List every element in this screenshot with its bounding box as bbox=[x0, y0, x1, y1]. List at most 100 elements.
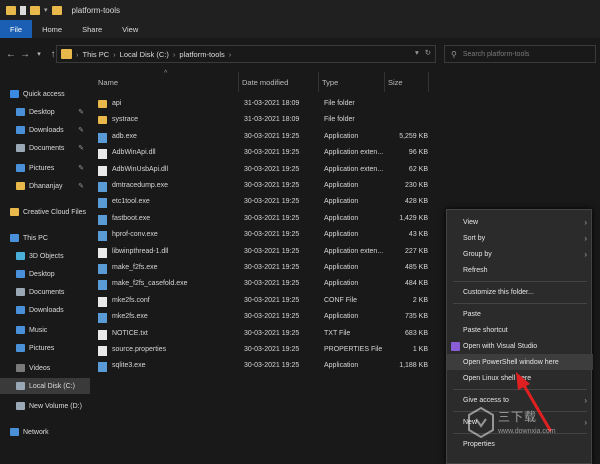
file-size: 62 KB bbox=[408, 165, 428, 173]
tab-view[interactable]: View bbox=[112, 20, 148, 38]
sidebar-item[interactable]: Creative Cloud Files bbox=[0, 204, 90, 220]
sidebar-item[interactable]: This PC bbox=[0, 230, 90, 246]
refresh-icon[interactable]: ↻ bbox=[425, 48, 431, 57]
sidebar-item[interactable]: Network bbox=[0, 424, 90, 440]
file-type: TXT File bbox=[324, 329, 351, 337]
file-name: libwinpthread-1.dll bbox=[112, 247, 169, 255]
file-name: hprof-conv.exe bbox=[112, 231, 158, 239]
file-date: 31-03-2021 18:09 bbox=[244, 116, 300, 124]
documents-icon bbox=[16, 288, 25, 296]
file-name: fastboot.exe bbox=[112, 214, 151, 222]
search-placeholder: Search platform-tools bbox=[462, 50, 530, 58]
folder-icon bbox=[51, 5, 62, 15]
sidebar-item[interactable]: Downloads ✎ bbox=[0, 122, 90, 138]
sidebar-item[interactable]: Documents bbox=[0, 284, 90, 300]
title-bar: ▾ platform-tools bbox=[0, 0, 600, 20]
tab-file[interactable]: File bbox=[0, 20, 33, 38]
forward-arrow-icon[interactable]: → bbox=[18, 49, 32, 60]
file-size: 428 KB bbox=[405, 198, 428, 206]
sidebar-item[interactable]: Pictures bbox=[0, 340, 90, 356]
chevron-right-icon[interactable]: › bbox=[113, 50, 116, 59]
sidebar-item-label: Pictures bbox=[29, 344, 55, 352]
chevron-right-icon[interactable]: › bbox=[76, 50, 79, 59]
menu-item[interactable]: Open Linux shell here bbox=[447, 370, 593, 386]
sidebar-item[interactable]: 3D Objects bbox=[0, 248, 90, 264]
file-icon bbox=[98, 165, 107, 176]
menu-item[interactable]: Refresh bbox=[447, 262, 593, 278]
column-header-type[interactable]: Type bbox=[322, 72, 384, 92]
menu-item[interactable]: Paste bbox=[447, 306, 593, 322]
table-row[interactable]: AdbWinUsbApi.dll 30-03-2021 19:25 Applicat… bbox=[92, 162, 532, 178]
breadcrumb-platform-tools[interactable]: platform-tools bbox=[179, 50, 224, 59]
menu-item[interactable]: Open PowerShell window here bbox=[447, 354, 593, 370]
sidebar-item-label: 3D Objects bbox=[29, 252, 64, 260]
table-row[interactable]: AdbWinApi.dll 30-03-2021 19:25 Application… bbox=[92, 145, 532, 161]
table-row[interactable]: dmtracedump.exe 30-03-2021 19:25 Applicati… bbox=[92, 178, 532, 194]
computer-icon bbox=[10, 234, 19, 242]
tab-home[interactable]: Home bbox=[32, 20, 72, 38]
sidebar-item[interactable]: Desktop ✎ bbox=[0, 104, 90, 120]
file-name: source.properties bbox=[112, 346, 167, 353]
tab-share[interactable]: Share bbox=[72, 20, 112, 38]
sidebar-item-label: Desktop bbox=[29, 270, 55, 278]
chevron-right-icon[interactable]: › bbox=[229, 50, 232, 59]
menu-item-label: Give access to bbox=[463, 396, 509, 404]
address-bar[interactable]: › This PC › Local Disk (C:) › platform-t… bbox=[56, 45, 436, 63]
sidebar-item[interactable]: Videos bbox=[0, 360, 90, 376]
desktop-icon bbox=[16, 108, 25, 116]
menu-item[interactable]: Open with Visual Studio bbox=[447, 338, 593, 354]
sidebar-item[interactable]: Pictures ✎ bbox=[0, 160, 90, 176]
column-header-name[interactable]: Name bbox=[98, 72, 238, 92]
watermark-text: 三下载 bbox=[498, 410, 538, 424]
file-date: 30-03-2021 19:25 bbox=[244, 346, 300, 353]
file-size: 227 KB bbox=[405, 247, 428, 255]
breadcrumb-local-disk[interactable]: Local Disk (C:) bbox=[120, 50, 169, 59]
file-type: Application bbox=[324, 198, 359, 206]
menu-item-label: Group by bbox=[463, 250, 492, 258]
column-header-date[interactable]: Date modified bbox=[242, 72, 318, 92]
file-date: 30-03-2021 19:25 bbox=[244, 362, 300, 370]
file-type: Application bbox=[324, 264, 359, 271]
table-row[interactable]: etc1tool.exe 30-03-2021 19:25 Application 4… bbox=[92, 194, 532, 210]
sidebar-item[interactable]: New Volume (D:) bbox=[0, 398, 90, 414]
menu-separator bbox=[453, 303, 587, 304]
sidebar-item-label: New Volume (D:) bbox=[29, 402, 82, 410]
menu-item[interactable]: View › bbox=[447, 214, 593, 230]
sidebar-item[interactable]: Music bbox=[0, 322, 90, 338]
drive-icon bbox=[16, 382, 25, 390]
sidebar-item[interactable]: Quick access bbox=[0, 86, 90, 102]
chevron-right-icon[interactable]: › bbox=[173, 50, 176, 59]
properties-icon[interactable] bbox=[20, 5, 26, 15]
search-box[interactable]: ⚲ Search platform-tools bbox=[444, 45, 596, 63]
table-row[interactable]: systrace 31-03-2021 18:09 File folder bbox=[92, 112, 532, 128]
sort-up-icon: ^ bbox=[164, 70, 168, 77]
menu-item[interactable]: Group by › bbox=[447, 246, 593, 262]
recent-locations-icon[interactable]: ▾ bbox=[32, 50, 46, 58]
menu-item-label: Paste bbox=[463, 310, 481, 318]
search-icon: ⚲ bbox=[451, 49, 457, 59]
table-row[interactable]: api 31-03-2021 18:09 File folder bbox=[92, 96, 532, 112]
sidebar-item[interactable]: Documents ✎ bbox=[0, 140, 90, 156]
table-row[interactable]: adb.exe 30-03-2021 19:25 Application 5,259 … bbox=[92, 129, 532, 145]
sidebar-item[interactable]: Dhananjay ✎ bbox=[0, 178, 90, 194]
file-date: 30-03-2021 19:25 bbox=[244, 313, 300, 321]
chevron-down-icon[interactable]: ▾ bbox=[415, 48, 419, 57]
file-size: 96 KB bbox=[408, 149, 428, 157]
sidebar-item[interactable]: Local Disk (C:) bbox=[0, 378, 90, 394]
3d-objects-icon bbox=[16, 252, 25, 260]
chevron-down-icon[interactable]: ▾ bbox=[44, 6, 48, 14]
menu-item[interactable]: Customize this folder... bbox=[447, 284, 593, 300]
sidebar-item-label: Quick access bbox=[23, 90, 65, 98]
breadcrumb-this-pc[interactable]: This PC bbox=[83, 50, 110, 59]
application-icon bbox=[98, 132, 107, 143]
back-arrow-icon[interactable]: ← bbox=[4, 49, 18, 60]
drive-icon bbox=[16, 402, 25, 410]
sidebar-item[interactable]: Downloads bbox=[0, 302, 90, 318]
sidebar-item-label: Desktop bbox=[29, 108, 55, 116]
sidebar-item[interactable]: Desktop bbox=[0, 266, 90, 282]
new-folder-icon[interactable] bbox=[30, 5, 40, 15]
column-header-size[interactable]: Size bbox=[388, 72, 428, 92]
menu-item[interactable]: Sort by › bbox=[447, 230, 593, 246]
file-type: Application bbox=[324, 132, 359, 140]
menu-item[interactable]: Paste shortcut bbox=[447, 322, 593, 338]
